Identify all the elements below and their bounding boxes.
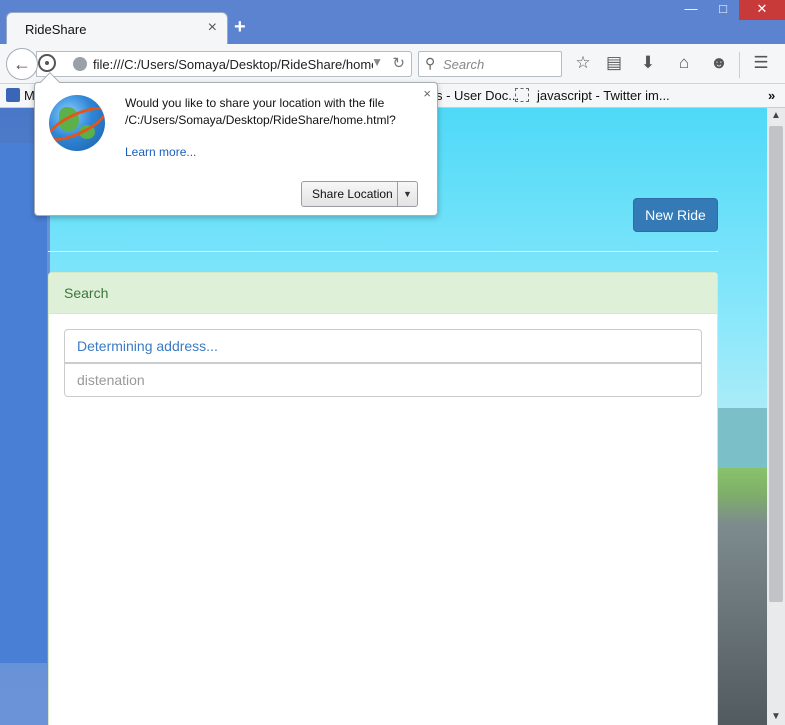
location-identity-icon[interactable] <box>38 54 56 72</box>
destination-field[interactable] <box>64 363 702 397</box>
toolbar-separator <box>739 52 740 78</box>
window-titlebar: RideShare × + — □ ✕ <box>0 0 785 46</box>
header-divider <box>48 251 718 252</box>
close-icon[interactable]: × <box>423 86 431 101</box>
url-bar[interactable]: file:///C:/Users/Somaya/Desktop/RideShar… <box>36 51 412 77</box>
learn-more-link[interactable]: Learn more... <box>125 145 196 159</box>
url-text[interactable]: file:///C:/Users/Somaya/Desktop/RideShar… <box>93 57 373 72</box>
hello-icon[interactable]: ☻ <box>708 53 730 75</box>
background-road <box>717 468 767 725</box>
share-location-label: Share Location <box>312 187 393 201</box>
geolocation-message: Would you like to share your location wi… <box>125 96 396 127</box>
menu-icon[interactable]: ☰ <box>750 53 772 75</box>
geolocation-prompt: Would you like to share your location wi… <box>34 72 438 216</box>
geolocation-globe-icon <box>49 95 105 151</box>
bookmarks-overflow-button[interactable]: » <box>768 88 775 103</box>
nav-toolbar: file:///C:/Users/Somaya/Desktop/RideShar… <box>0 44 785 84</box>
url-dropdown-icon[interactable]: ▼ <box>371 55 383 69</box>
globe-icon <box>73 57 87 71</box>
search-panel: Search Determining address... <box>48 272 718 725</box>
reload-icon[interactable]: ↻ <box>392 54 405 72</box>
page-icon <box>515 88 529 102</box>
new-tab-button[interactable]: + <box>234 16 246 39</box>
home-icon[interactable]: ⌂ <box>673 53 695 75</box>
scroll-down-icon[interactable]: ▼ <box>767 709 785 725</box>
search-panel-heading: Search <box>49 273 717 314</box>
user-docs-icon <box>6 88 20 102</box>
scrollbar-thumb[interactable] <box>769 126 783 602</box>
tab-title: RideShare <box>25 22 87 37</box>
scroll-up-icon[interactable]: ▲ <box>767 108 785 124</box>
bookmark-item[interactable]: javascript - Twitter im... <box>537 88 670 103</box>
search-bar[interactable]: ⚲ Search <box>418 51 562 77</box>
minimize-icon[interactable]: — <box>675 0 707 20</box>
search-placeholder: Search <box>443 57 485 72</box>
reading-list-icon[interactable]: ▤ <box>603 53 625 75</box>
bookmark-item[interactable]: s - User Doc... <box>436 88 519 103</box>
window-controls: — □ ✕ <box>675 0 785 22</box>
bookmark-star-icon[interactable]: ☆ <box>572 53 594 75</box>
new-ride-button[interactable]: New Ride <box>633 198 718 232</box>
download-icon[interactable]: ⬇ <box>637 53 659 75</box>
origin-field[interactable]: Determining address... <box>64 329 702 363</box>
back-button[interactable]: ← <box>6 48 38 80</box>
close-window-icon[interactable]: ✕ <box>739 0 785 20</box>
chevron-down-icon[interactable]: ▼ <box>397 182 417 206</box>
page-scrollbar[interactable]: ▲ ▼ <box>767 108 785 725</box>
search-icon: ⚲ <box>425 55 436 71</box>
tab-close-icon[interactable]: × <box>208 19 217 37</box>
browser-tab[interactable]: RideShare × <box>6 12 228 46</box>
maximize-icon[interactable]: □ <box>707 0 739 20</box>
share-location-button[interactable]: Share Location ▼ <box>301 181 418 207</box>
